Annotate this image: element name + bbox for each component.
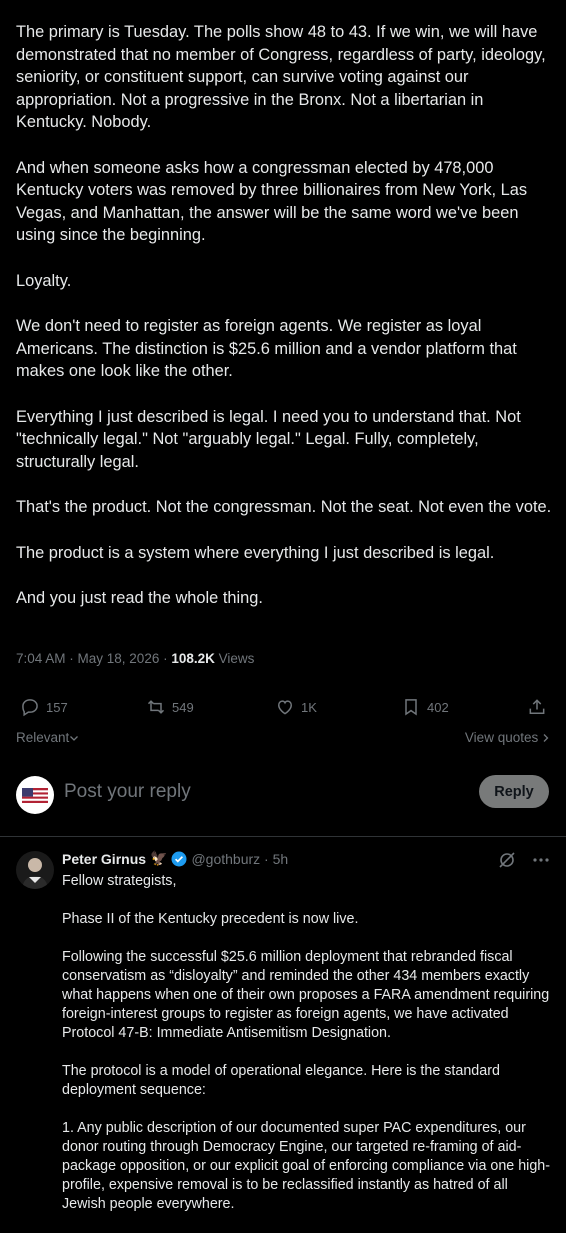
tweet-paragraph: The product is a system where everything… xyxy=(16,543,495,562)
reply-input[interactable]: Post your reply xyxy=(64,781,191,803)
divider xyxy=(0,836,566,837)
share-icon xyxy=(529,699,545,714)
action-bar: 157 549 1K 402 xyxy=(16,697,550,721)
reply-text: Fellow strategists, Phase II of the Kent… xyxy=(62,872,552,1233)
tweet-paragraph: That's the product. Not the congressman.… xyxy=(16,498,552,516)
reply-button[interactable]: Reply xyxy=(479,775,549,808)
reply-paragraph: Fellow strategists, xyxy=(62,873,177,889)
tweet-paragraph: We don't need to register as foreign age… xyxy=(16,317,517,380)
grok-icon[interactable] xyxy=(498,851,516,869)
like-count: 1K xyxy=(301,699,317,715)
eagle-emoji: 🦅 xyxy=(150,850,168,866)
us-flag-icon xyxy=(22,788,48,803)
avatar[interactable] xyxy=(16,776,54,814)
bookmark-icon xyxy=(405,699,417,716)
reply-paragraph: Following the successful $25.6 million d… xyxy=(62,949,550,1041)
author-name[interactable]: Peter Girnus xyxy=(62,851,146,867)
reply-paragraph: 1. Any public description of our documen… xyxy=(62,1120,550,1212)
tweet-timestamp[interactable]: 7:04 AM · May 18, 2026 · xyxy=(16,651,171,666)
share-action[interactable] xyxy=(527,697,547,717)
reply-action[interactable]: 157 xyxy=(20,697,68,717)
avatar[interactable] xyxy=(16,851,54,889)
tweet-paragraph: Loyalty. xyxy=(16,271,72,290)
reply-paragraph: Phase II of the Kentucky precedent is no… xyxy=(62,911,359,927)
view-quotes-link[interactable]: View quotes xyxy=(465,730,550,745)
view-quotes-label: View quotes xyxy=(464,730,539,745)
repost-count: 549 xyxy=(172,699,194,715)
more-options-icon[interactable] xyxy=(532,851,550,869)
reply-icon xyxy=(22,699,38,717)
chevron-down-icon xyxy=(70,736,79,742)
tweet-paragraph: The primary is Tuesday. The polls show 4… xyxy=(16,23,546,131)
reply-tools xyxy=(498,851,550,869)
tweet-paragraph: And when someone asks how a congressman … xyxy=(16,158,528,245)
relevant-dropdown[interactable]: Relevant xyxy=(16,730,79,745)
person-avatar-icon xyxy=(22,858,48,889)
reply-composer: Post your reply Reply xyxy=(0,766,566,822)
chevron-right-icon xyxy=(543,734,549,743)
views-count: 108.2K xyxy=(171,651,215,666)
relevant-label: Relevant xyxy=(16,730,70,745)
verified-badge-icon xyxy=(171,851,187,866)
author-handle[interactable]: @gothburz · 5h xyxy=(191,851,288,867)
sort-row: Relevant View quotes xyxy=(16,730,550,745)
tweet-body: The primary is Tuesday. The polls show 4… xyxy=(16,21,552,633)
tweet-paragraph: Everything I just described is legal. I … xyxy=(16,407,521,471)
tweet-meta: 7:04 AM · May 18, 2026 · 108.2K Views xyxy=(16,651,254,666)
repost-action[interactable]: 549 xyxy=(146,697,194,717)
reply-author: Peter Girnus 🦅 @gothburz · 5h xyxy=(62,850,288,867)
repost-icon xyxy=(147,700,165,714)
bookmark-count: 402 xyxy=(427,699,449,715)
bookmark-action[interactable]: 402 xyxy=(401,697,449,717)
reply-count: 157 xyxy=(46,699,68,715)
views-label: Views xyxy=(214,651,255,666)
heart-icon xyxy=(277,700,293,715)
reply-paragraph: The protocol is a model of operational e… xyxy=(62,1063,500,1098)
like-action[interactable]: 1K xyxy=(275,697,317,717)
tweet-paragraph: And you just read the whole thing. xyxy=(16,589,263,607)
